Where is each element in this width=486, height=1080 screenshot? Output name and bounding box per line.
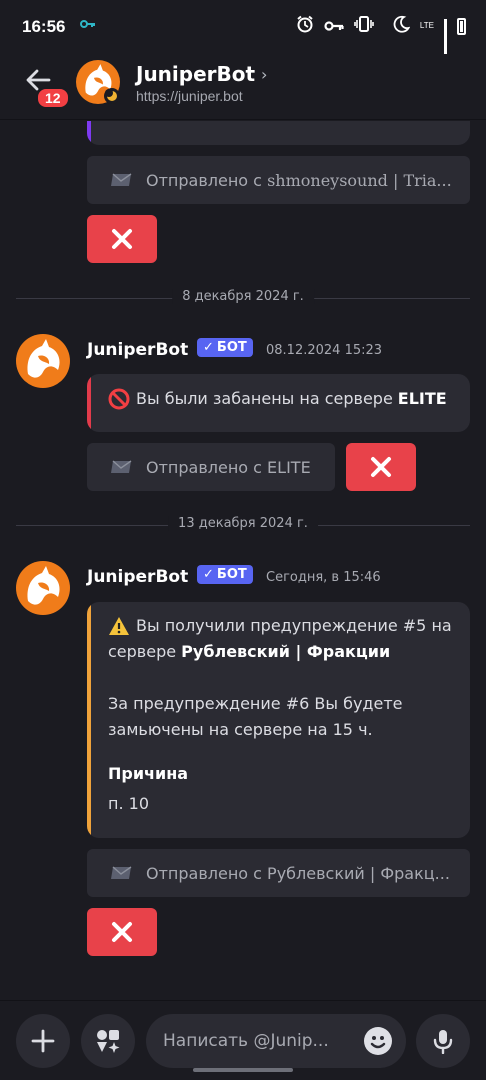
embed-card: Вы были забанены на сервере ELITE (87, 374, 470, 432)
message-input-pill[interactable] (146, 1014, 406, 1068)
network-type-label: LTE (419, 21, 434, 30)
no-entry-icon (108, 388, 130, 410)
reason-value: п. 10 (108, 794, 149, 813)
status-time: 16:56 (22, 17, 66, 36)
check-icon: ✓ (203, 340, 214, 355)
status-bar: 16:56 LTE (0, 0, 486, 54)
embed-accent-bar (87, 374, 91, 432)
bot-tag: ✓ БОТ (197, 565, 253, 584)
status-icons: LTE (296, 15, 466, 54)
voice-message-button[interactable] (416, 1014, 470, 1068)
delete-button[interactable] (346, 443, 416, 491)
chat-header: 12 JuniperBot › https://juniper.bot (0, 54, 486, 120)
embed-accent-bar (87, 121, 91, 145)
sent-from-button[interactable]: Отправлено с shmoneysound | Tria... (87, 156, 470, 204)
signal-icon (444, 19, 447, 54)
alarm-icon (296, 15, 314, 37)
ban-server-name: ELITE (397, 389, 447, 408)
warning-line-2: сервере (108, 642, 182, 661)
home-indicator[interactable] (193, 1068, 293, 1072)
sent-from-server: shmoneysound | Tria... (267, 170, 452, 190)
microphone-icon (433, 1030, 453, 1054)
sent-from-label: Отправлено с (146, 170, 268, 190)
author-avatar[interactable] (16, 334, 70, 388)
warning-icon (109, 617, 129, 635)
message-timestamp: Сегодня, в 15:46 (266, 570, 381, 585)
warning-line-4: замьючены на сервере на 15 ч. (108, 720, 373, 739)
delete-button[interactable] (87, 215, 157, 263)
embed-card (87, 121, 470, 145)
close-icon (112, 922, 132, 942)
envelope-icon (111, 460, 132, 473)
plus-icon (31, 1029, 55, 1053)
apps-button[interactable] (81, 1014, 135, 1068)
emoji-smile-icon[interactable] (364, 1027, 392, 1055)
battery-icon (457, 17, 466, 35)
embed-card: Вы получили предупреждение #5 на сервере… (87, 602, 470, 838)
author-name[interactable]: JuniperBot (87, 567, 188, 587)
fox-logo-icon (27, 339, 60, 378)
sent-from-label: Отправлено с ELITE (146, 457, 311, 477)
message-list[interactable]: Отправлено с shmoneysound | Tria... 8 де… (0, 121, 486, 1000)
ban-message-text: Вы были забанены на сервере (136, 389, 393, 408)
unread-count-badge: 12 (36, 87, 70, 109)
vibrate-icon (354, 16, 374, 36)
add-attachment-button[interactable] (16, 1014, 70, 1068)
delete-button[interactable] (87, 908, 157, 956)
vpn-key-icon (80, 17, 96, 33)
header-bot-name[interactable]: JuniperBot (136, 62, 255, 86)
sent-from-button[interactable]: Отправлено с Рублевский | Фракц... (87, 849, 470, 897)
close-icon (371, 457, 391, 477)
sent-from-label: Отправлено с Рублевский | Фракц... (146, 863, 450, 883)
message-input[interactable] (163, 1014, 353, 1068)
embed-accent-bar (87, 602, 91, 838)
warning-line-3: За предупреждение #6 Вы будете (108, 694, 403, 713)
message-timestamp: 08.12.2024 15:23 (266, 343, 383, 358)
author-avatar[interactable] (16, 561, 70, 615)
date-divider: 8 декабря 2024 г. (16, 289, 470, 309)
warning-line-1: Вы получили предупреждение #5 на (136, 616, 452, 635)
date-divider: 13 декабря 2024 г. (16, 516, 470, 536)
header-bot-url[interactable]: https://juniper.bot (136, 88, 243, 104)
warning-server-name: Рублевский | Фракции (181, 642, 391, 661)
check-icon: ✓ (203, 567, 214, 582)
key-icon (324, 17, 344, 36)
idle-status-icon (104, 88, 120, 104)
envelope-icon (111, 866, 132, 879)
apps-sparkle-icon (97, 1030, 120, 1053)
bot-tag: ✓ БОТ (197, 338, 253, 357)
date-divider-label: 8 декабря 2024 г. (172, 289, 314, 304)
chevron-right-icon[interactable]: › (261, 65, 267, 84)
close-icon (112, 229, 132, 249)
reason-label: Причина (108, 764, 189, 783)
fox-logo-icon (27, 566, 60, 605)
envelope-icon (111, 173, 132, 186)
do-not-disturb-moon-icon (392, 15, 411, 37)
sent-from-button[interactable]: Отправлено с ELITE (87, 443, 335, 491)
author-name[interactable]: JuniperBot (87, 340, 188, 360)
date-divider-label: 13 декабря 2024 г. (168, 516, 318, 531)
